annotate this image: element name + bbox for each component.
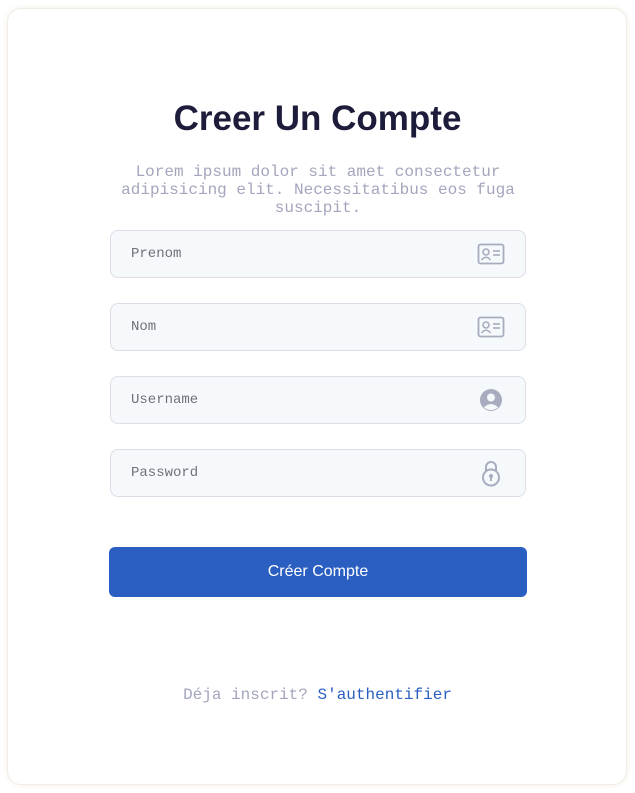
username-input[interactable] — [131, 377, 461, 423]
id-card-icon — [477, 315, 505, 339]
password-field — [110, 449, 526, 497]
username-field — [110, 376, 526, 424]
login-prompt: Déja inscrit? S'authentifier — [0, 685, 635, 705]
create-account-button[interactable]: Créer Compte — [109, 547, 527, 597]
login-link[interactable]: S'authentifier — [318, 686, 452, 704]
page-subtitle: Lorem ipsum dolor sit amet consectetur a… — [121, 163, 515, 217]
id-card-icon — [477, 242, 505, 266]
first-name-input[interactable] — [131, 231, 461, 277]
lock-icon — [477, 459, 505, 487]
first-name-field — [110, 230, 526, 278]
user-circle-icon — [477, 388, 505, 412]
page-title: Creer Un Compte — [173, 99, 462, 138]
last-name-input[interactable] — [131, 304, 461, 350]
last-name-field — [110, 303, 526, 351]
already-registered-text: Déja inscrit? — [183, 686, 308, 704]
password-input[interactable] — [131, 450, 461, 496]
